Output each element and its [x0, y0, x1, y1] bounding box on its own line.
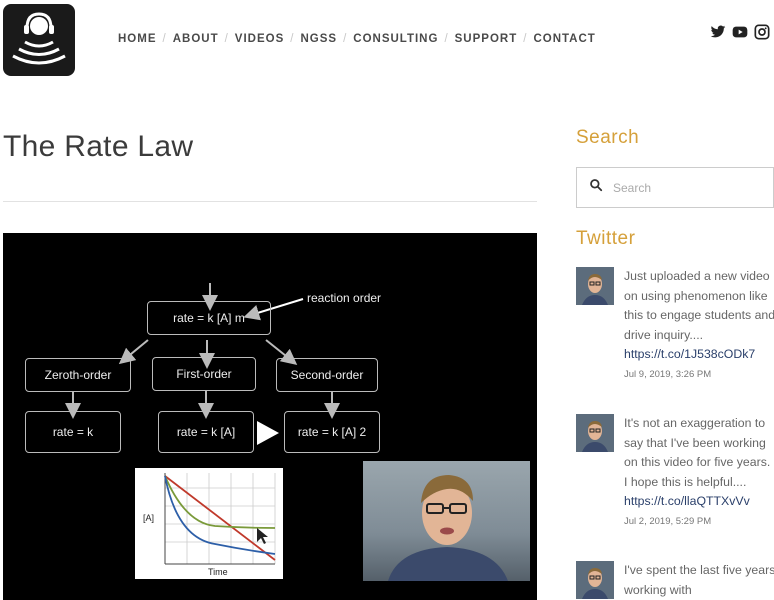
nav-separator: / [343, 33, 348, 45]
nav-consulting[interactable]: CONSULTING [353, 33, 438, 45]
nav-separator: / [290, 33, 295, 45]
nav-ngss[interactable]: NGSS [300, 33, 337, 45]
tweet-avatar[interactable] [576, 561, 614, 599]
tweet-text: It's not an exaggeration to say that I'v… [624, 416, 771, 489]
tweet-body: It's not an exaggeration to say that I'v… [624, 414, 774, 532]
zeroth-order-box: Zeroth-order [25, 358, 131, 392]
second-law-label: rate = k [A] 2 [297, 425, 367, 439]
main-nav: HOME / ABOUT / VIDEOS / NGSS / CONSULTIN… [118, 33, 596, 45]
instagram-icon[interactable] [754, 24, 770, 40]
social-links [710, 24, 770, 40]
tweet-text: I've spent the last five years working w… [624, 563, 774, 597]
nav-separator: / [523, 33, 528, 45]
rate-law-box: rate = k [A] m [147, 301, 271, 335]
twitter-icon[interactable] [710, 24, 726, 40]
tweet-date[interactable]: Jul 9, 2019, 3:26 PM [624, 365, 774, 385]
tweet-text: Just uploaded a new video on using pheno… [624, 269, 774, 342]
headphones-logo-icon [12, 12, 66, 65]
page-title: The Rate Law [3, 130, 194, 163]
nav-separator: / [444, 33, 449, 45]
video-player[interactable]: rate = k [A] m reaction order Zeroth-ord… [3, 233, 537, 600]
second-order-label: Second-order [290, 368, 364, 382]
second-order-box: Second-order [276, 358, 378, 392]
search-icon [589, 178, 603, 197]
site-logo[interactable] [3, 4, 75, 76]
first-order-box: First-order [152, 357, 256, 391]
play-button[interactable] [257, 421, 279, 445]
nav-videos[interactable]: VIDEOS [235, 33, 284, 45]
tweet-item: I've spent the last five years working w… [576, 561, 774, 600]
first-law-box: rate = k [A] [158, 411, 254, 453]
tweet-body: I've spent the last five years working w… [624, 561, 774, 600]
title-divider [3, 201, 537, 202]
presenter-video-inset [363, 461, 530, 581]
nav-home[interactable]: HOME [118, 33, 157, 45]
youtube-icon[interactable] [732, 24, 748, 40]
zeroth-law-box: rate = k [25, 411, 121, 453]
tweet-link[interactable]: https://t.co/1J538cODk7 [624, 345, 774, 365]
nav-separator: / [224, 33, 229, 45]
first-law-label: rate = k [A] [176, 425, 236, 439]
first-order-label: First-order [176, 367, 232, 381]
graph-x-label: Time [208, 567, 228, 577]
nav-separator: / [162, 33, 167, 45]
twitter-heading: Twitter [576, 228, 636, 249]
zeroth-law-label: rate = k [52, 425, 94, 439]
rate-law-text: rate = k [A] m [173, 311, 245, 325]
tweet-body: Just uploaded a new video on using pheno… [624, 267, 774, 385]
second-law-box: rate = k [A] 2 [284, 411, 380, 453]
presenter-avatar [388, 475, 508, 581]
search-box [576, 167, 774, 208]
tweet-avatar[interactable] [576, 267, 614, 305]
graph-curves [164, 473, 276, 565]
nav-contact[interactable]: CONTACT [533, 33, 595, 45]
tweet-item: Just uploaded a new video on using pheno… [576, 267, 774, 397]
tweet-link[interactable]: https://t.co/llaQTTXvVv [624, 492, 774, 512]
search-heading: Search [576, 127, 640, 148]
zeroth-order-label: Zeroth-order [44, 368, 112, 382]
reaction-order-label: reaction order [307, 291, 382, 305]
concentration-graph: [A] Time [135, 468, 283, 579]
tweet-avatar[interactable] [576, 414, 614, 452]
tweet-date[interactable]: Jul 2, 2019, 5:29 PM [624, 512, 774, 532]
nav-about[interactable]: ABOUT [173, 33, 219, 45]
graph-y-label: [A] [143, 513, 155, 523]
nav-support[interactable]: SUPPORT [455, 33, 518, 45]
search-input[interactable] [613, 180, 763, 195]
tweet-item: It's not an exaggeration to say that I'v… [576, 414, 774, 544]
